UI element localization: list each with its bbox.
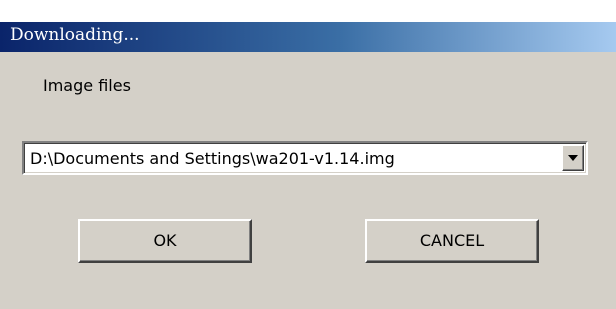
- chevron-down-icon: [568, 155, 578, 161]
- cancel-button[interactable]: CANCEL: [365, 219, 539, 263]
- image-file-select[interactable]: D:\Documents and Settings\wa201-v1.14.im…: [22, 141, 588, 175]
- download-dialog: Downloading... Image files D:\Documents …: [0, 0, 616, 309]
- dropdown-arrow-button[interactable]: [562, 145, 584, 171]
- ok-button[interactable]: OK: [78, 219, 252, 263]
- window-title: Downloading...: [10, 25, 140, 45]
- background-strip: [0, 0, 616, 22]
- image-files-label: Image files: [43, 76, 131, 95]
- title-bar[interactable]: Downloading...: [0, 22, 616, 52]
- image-file-select-value: D:\Documents and Settings\wa201-v1.14.im…: [30, 149, 395, 168]
